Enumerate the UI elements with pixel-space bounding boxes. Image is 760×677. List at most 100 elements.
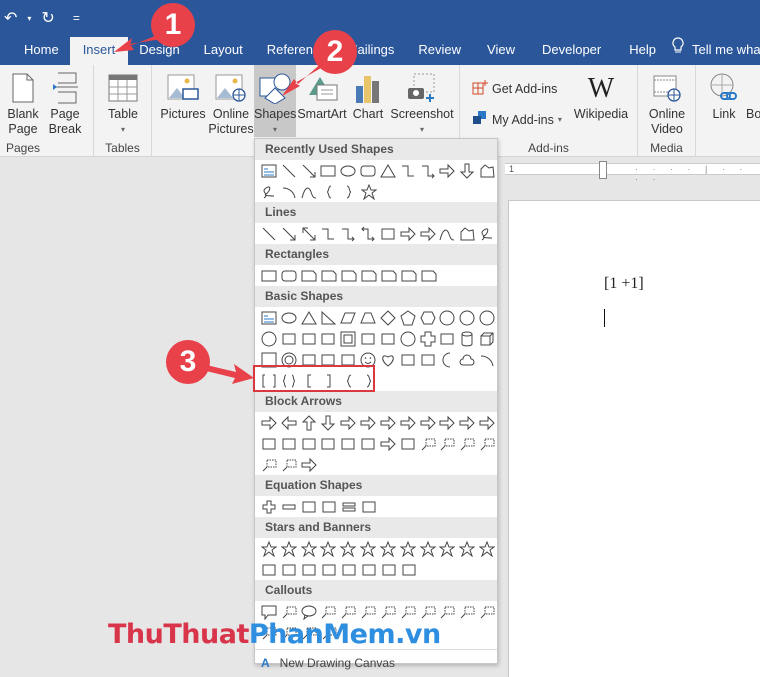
shape-cube[interactable] [477,329,497,349]
table-button[interactable]: Table ▾ [102,69,144,137]
shape-triangle[interactable] [299,308,319,328]
shape-line-callout2-noborder[interactable] [477,602,497,622]
shape-left-arrow[interactable] [279,413,299,433]
shape-arrow-line[interactable] [299,161,319,181]
get-addins-button[interactable]: Get Add-ins [472,79,557,98]
tab-review[interactable]: Review [405,37,474,65]
shape-left-right-up-arrow[interactable] [398,413,418,433]
shape-snip-diag[interactable] [339,266,359,286]
shape-cross[interactable] [418,329,438,349]
shape-equal[interactable] [339,497,359,517]
shape-left-right-callout[interactable] [259,455,279,475]
shape-left-right-arrow[interactable] [338,413,358,433]
shape-curved-ribbon-down[interactable] [319,560,339,580]
shape-plaque[interactable] [437,329,457,349]
shape-star12[interactable] [418,539,438,559]
shape-can[interactable] [457,329,477,349]
shape-arc[interactable] [279,182,299,202]
link-button[interactable]: Link [704,69,744,122]
shape-half-frame[interactable] [358,329,378,349]
shape-left-brace[interactable] [319,182,339,202]
shape-down-arrow[interactable] [318,413,338,433]
shape-multiply[interactable] [299,497,319,517]
shape-textbox[interactable] [259,308,279,328]
shape-rounded-rect[interactable] [279,266,299,286]
shape-sun[interactable] [418,350,438,370]
shape-explosion2[interactable] [279,539,299,559]
shape-curve[interactable] [299,182,319,202]
shape-explosion1[interactable] [259,539,279,559]
shape-frame[interactable] [338,329,358,349]
shape-round-single[interactable] [379,266,399,286]
shape-heart[interactable] [378,350,398,370]
shape-quad-arrow[interactable] [378,413,398,433]
shape-notched-right[interactable] [358,434,378,454]
shape-u-turn-arrow[interactable] [437,413,457,433]
tab-developer[interactable]: Developer [528,37,615,65]
blank-page-button[interactable]: Blank Page [4,69,42,137]
tab-layout[interactable]: Layout [191,37,256,65]
shape-wave[interactable] [379,560,399,580]
shape-trapezoid[interactable] [358,308,378,328]
my-addins-button[interactable]: My Add-ins ▾ [472,110,562,129]
shape-right-arrow[interactable] [259,413,279,433]
shape-pentagon[interactable] [398,308,418,328]
chart-button[interactable]: Chart [348,69,388,122]
shape-bent-arrow[interactable] [418,413,438,433]
shape-plus[interactable] [259,497,279,517]
document-text[interactable]: [1 +1] [604,275,644,293]
shape-star32[interactable] [477,539,497,559]
shape-line-callout1-noborder[interactable] [457,602,477,622]
shape-oval[interactable] [279,308,299,328]
shape-curved-down[interactable] [318,434,338,454]
shape-hexagon[interactable] [418,308,438,328]
horizontal-ruler[interactable]: 1 · · · · | · · · · [505,161,760,184]
shape-elbow-arrow[interactable] [338,224,358,244]
indent-marker[interactable] [599,161,607,179]
document-page[interactable]: [1 +1] [508,200,760,677]
shape-scribble[interactable] [259,182,279,202]
shape-star8[interactable] [378,539,398,559]
undo-icon[interactable]: ↶ [4,8,17,28]
shape-diamond[interactable] [378,308,398,328]
bookmark-button[interactable]: Bo [746,69,760,122]
shape-curve-double-arrow[interactable] [418,224,438,244]
tab-view[interactable]: View [474,37,528,65]
shape-star10[interactable] [398,539,418,559]
shape-star5[interactable] [318,539,338,559]
shape-decagon[interactable] [477,308,497,328]
shape-curve-connector[interactable] [378,224,398,244]
shape-curved-right[interactable] [259,434,279,454]
shape-curve[interactable] [437,224,457,244]
shape-line[interactable] [279,161,299,181]
shape-lightning[interactable] [398,350,418,370]
redo-icon[interactable]: ↻ [41,8,54,28]
shape-l-shape[interactable] [378,329,398,349]
screenshot-button[interactable]: Screenshot ▾ [390,69,454,137]
shape-right-callout[interactable] [418,434,438,454]
shape-right-triangle[interactable] [318,308,338,328]
shape-divide[interactable] [319,497,339,517]
shape-up-callout[interactable] [477,434,497,454]
shape-right-brace[interactable] [339,182,359,202]
shape-snip-single[interactable] [299,266,319,286]
shape-left-callout[interactable] [457,434,477,454]
shape-textbox[interactable] [259,161,279,181]
shape-right-arrow[interactable] [437,161,457,181]
shape-left-up-arrow[interactable] [457,413,477,433]
shape-moon[interactable] [437,350,457,370]
shape-striped-right[interactable] [338,434,358,454]
shape-curved-up[interactable] [299,434,319,454]
customize-toolbar-icon[interactable]: = [73,11,80,25]
online-pictures-button[interactable]: Online Pictures [208,69,254,137]
shape-up-arrow[interactable] [299,413,319,433]
shape-round-diag[interactable] [419,266,439,286]
shape-elbow[interactable] [318,224,338,244]
shape-octagon[interactable] [457,308,477,328]
new-drawing-canvas-item[interactable]: A New Drawing Canvas [255,649,497,675]
undo-dropdown-icon[interactable]: ▾ [27,14,31,23]
shape-elbow-double-arrow[interactable] [358,224,378,244]
shape-vertical-scroll[interactable] [339,560,359,580]
shape-circular-arrow[interactable] [299,455,319,475]
shape-heptagon[interactable] [437,308,457,328]
